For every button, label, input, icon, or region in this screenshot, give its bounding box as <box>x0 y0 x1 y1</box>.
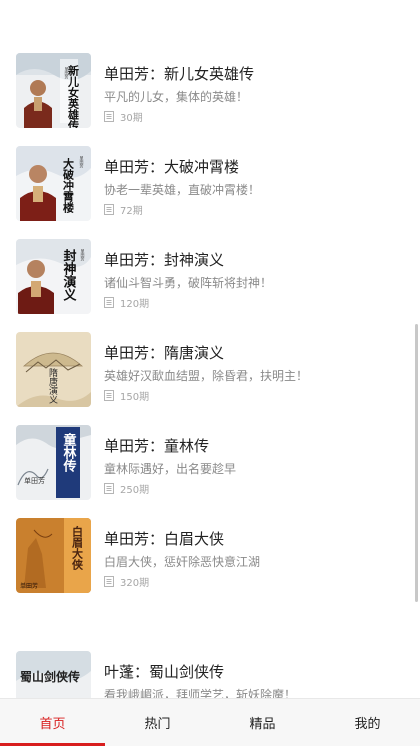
scrollbar[interactable] <box>415 324 418 602</box>
cover-tag: 单田芳 <box>20 582 38 590</box>
list-item[interactable]: 大破冲霄楼 单田芳 单田芳：大破冲霄楼 协老一辈英雄，直破冲霄楼！ 72期 <box>0 146 420 226</box>
episode-count: 150期 <box>120 391 150 403</box>
bottom-tab-bar: 首页 热门 精品 我的 <box>0 698 420 746</box>
cover-image[interactable]: 封神演义 单田芳 <box>16 239 91 314</box>
item-title: 单田芳：白眉大侠 <box>104 530 225 548</box>
episode-meta: 30期 <box>104 109 143 124</box>
item-title: 单田芳：隋唐演义 <box>104 344 225 362</box>
episode-meta: 120期 <box>104 295 150 310</box>
tab-label: 首页 <box>39 717 66 732</box>
tab-mine[interactable]: 我的 <box>315 699 420 746</box>
list-item[interactable]: 单田芳 新儿女英雄传 单田芳：新儿女英雄传 平凡的儿女，集体的英雄！ 30期 <box>0 53 420 133</box>
cover-title-text: 新儿女英雄传 <box>67 64 81 128</box>
cover-image[interactable]: 童林传 单田芳 <box>16 425 91 500</box>
item-title: 叶蓬：蜀山剑侠传 <box>104 663 225 681</box>
list-item[interactable]: 隋唐演义 单田芳：隋唐演义 英雄好汉歃血结盟，除昏君，扶明主！ 150期 <box>0 332 420 412</box>
item-description: 平凡的儿女，集体的英雄！ <box>104 90 249 104</box>
cover-title-text: 封神演义 <box>61 248 77 301</box>
episode-meta: 320期 <box>104 574 150 589</box>
cover-title-text: 大破冲霄楼 <box>62 157 75 214</box>
item-description: 英雄好汉歃血结盟，除昏君，扶明主！ <box>104 369 309 383</box>
tab-label: 热门 <box>144 717 171 732</box>
item-title: 单田芳：新儿女英雄传 <box>104 65 255 83</box>
episode-meta: 72期 <box>104 202 143 217</box>
episode-count: 30期 <box>120 112 143 124</box>
list-icon <box>104 482 114 494</box>
list-icon <box>104 110 114 122</box>
list-item[interactable]: 蜀山剑侠传 叶蓬：蜀山剑侠传 看我峨嵋派，拜师学艺，斩妖除魔！ <box>0 651 420 698</box>
cover-image[interactable]: 白眉大侠 单田芳 <box>16 518 91 593</box>
tab-label: 精品 <box>249 717 276 732</box>
cover-title-text: 童林传 <box>61 432 78 473</box>
episode-count: 120期 <box>120 298 150 310</box>
cover-title-text: 蜀山剑侠传 <box>20 669 80 684</box>
list-item[interactable]: 白眉大侠 单田芳 单田芳：白眉大侠 白眉大侠，惩奸除恶快意江湖 320期 <box>0 518 420 598</box>
item-title: 单田芳：大破冲霄楼 <box>104 158 240 176</box>
episode-count: 250期 <box>120 484 150 496</box>
tab-home[interactable]: 首页 <box>0 699 105 746</box>
tab-featured[interactable]: 精品 <box>210 699 315 746</box>
program-list: 单田芳 新儿女英雄传 单田芳：新儿女英雄传 平凡的儿女，集体的英雄！ 30期 大… <box>0 0 420 698</box>
item-title: 单田芳：童林传 <box>104 437 210 455</box>
list-icon <box>104 575 114 587</box>
episode-count: 320期 <box>120 577 150 589</box>
list-item[interactable]: 封神演义 单田芳 单田芳：封神演义 诸仙斗智斗勇，破阵斩将封神！ 120期 <box>0 239 420 319</box>
cover-image[interactable]: 大破冲霄楼 单田芳 <box>16 146 91 221</box>
item-description: 看我峨嵋派，拜师学艺，斩妖除魔！ <box>104 688 297 698</box>
list-icon <box>104 389 114 401</box>
list-icon <box>104 203 114 215</box>
cover-tag: 单田芳 <box>24 476 45 485</box>
cover-tag: 单田芳 <box>80 155 85 169</box>
tab-label: 我的 <box>354 717 381 732</box>
cover-tag: 单田芳 <box>81 248 86 262</box>
item-title: 单田芳：封神演义 <box>104 251 225 269</box>
item-description: 诸仙斗智斗勇，破阵斩将封神！ <box>104 276 273 290</box>
cover-title-text: 隋唐演义 <box>47 367 58 404</box>
episode-count: 72期 <box>120 205 143 217</box>
list-icon <box>104 296 114 308</box>
cover-image[interactable]: 单田芳 新儿女英雄传 <box>16 53 91 128</box>
item-description: 白眉大侠，惩奸除恶快意江湖 <box>104 555 261 569</box>
item-description: 童林际遇好，出名要趁早 <box>104 462 237 476</box>
tab-popular[interactable]: 热门 <box>105 699 210 746</box>
cover-title-text: 白眉大侠 <box>71 525 84 571</box>
cover-image[interactable]: 蜀山剑侠传 <box>16 651 91 698</box>
episode-meta: 150期 <box>104 388 150 403</box>
cover-image[interactable]: 隋唐演义 <box>16 332 91 407</box>
list-item[interactable]: 童林传 单田芳 单田芳：童林传 童林际遇好，出名要趁早 250期 <box>0 425 420 505</box>
episode-meta: 250期 <box>104 481 150 496</box>
item-description: 协老一辈英雄，直破冲霄楼！ <box>104 183 261 197</box>
